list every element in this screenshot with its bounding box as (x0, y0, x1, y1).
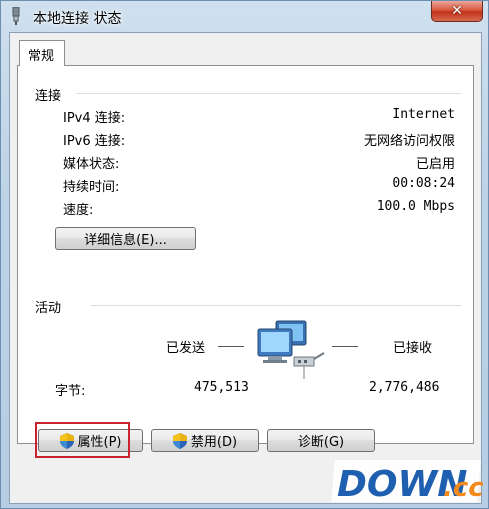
sent-dash (218, 346, 244, 347)
activity-divider (91, 305, 461, 307)
diagnose-button-label: 诊断(G) (297, 435, 345, 450)
tab-general[interactable]: 常规 (19, 40, 65, 66)
sent-bytes-value: 475,513 (194, 380, 249, 395)
tab-label: 常规 (28, 49, 55, 64)
bytes-label: 字节: (55, 384, 86, 399)
diagnose-button[interactable]: 诊断(G) (267, 429, 375, 452)
media-state-label: 媒体状态: (63, 157, 120, 172)
disable-button-label: 禁用(D) (190, 435, 238, 450)
ipv6-value: 无网络访问权限 (363, 134, 455, 149)
disable-button[interactable]: 禁用(D) (151, 429, 259, 452)
watermark-logo: DOWN .cc (331, 456, 484, 505)
duration-label: 持续时间: (63, 180, 120, 195)
ipv4-value: Internet (392, 107, 455, 122)
status-window: 本地连接 状态 ✕ 常规 连接 IPv4 连接: Internet IPv6 连… (0, 0, 489, 509)
duration-value: 00:08:24 (392, 176, 455, 191)
sent-label: 已发送 (166, 341, 206, 356)
title-bar[interactable]: 本地连接 状态 ✕ (1, 1, 489, 33)
activity-group-header: 活动 (35, 301, 62, 316)
received-label: 已接收 (393, 341, 433, 356)
window-title: 本地连接 状态 (33, 11, 122, 27)
highlight-box (35, 422, 130, 458)
speed-label: 速度: (63, 203, 94, 218)
svg-text:.cc: .cc (443, 473, 483, 503)
ipv6-label: IPv6 连接: (63, 134, 126, 149)
uac-shield-icon (172, 432, 187, 449)
close-button[interactable]: ✕ (431, 1, 483, 22)
ipv4-label: IPv4 连接: (63, 111, 126, 126)
network-computers-icon (257, 320, 325, 379)
connection-group-header: 连接 (35, 89, 62, 104)
media-state-value: 已启用 (415, 157, 455, 172)
received-bytes-value: 2,776,486 (369, 380, 440, 395)
details-button-label: 详细信息(E)... (84, 233, 167, 248)
connection-divider (76, 93, 461, 95)
speed-value: 100.0 Mbps (376, 199, 455, 214)
details-button[interactable]: 详细信息(E)... (55, 227, 196, 250)
close-icon: ✕ (451, 3, 463, 19)
received-dash (332, 346, 358, 347)
watermark-graphic: DOWN .cc (331, 460, 484, 505)
network-cable-icon (12, 7, 20, 25)
general-panel: 连接 IPv4 连接: Internet IPv6 连接: 无网络访问权限 媒体… (17, 65, 474, 444)
